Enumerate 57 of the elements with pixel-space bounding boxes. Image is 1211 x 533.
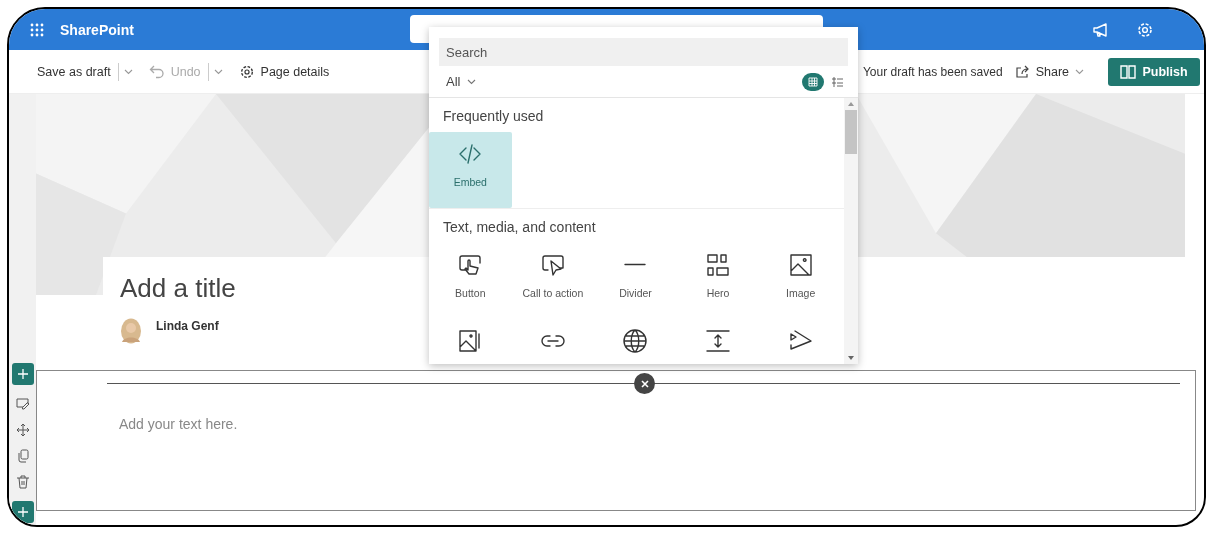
tiles-icon — [706, 253, 731, 277]
share-icon — [1014, 64, 1030, 79]
author-name: Linda Genf — [156, 319, 219, 333]
caret-down-icon[interactable] — [848, 356, 854, 360]
globe-icon — [623, 329, 648, 353]
settings-icon[interactable] — [1136, 20, 1154, 39]
close-icon — [640, 379, 649, 388]
page-details-button[interactable]: Page details — [234, 59, 334, 84]
web-part-tile[interactable]: Call to action — [511, 243, 595, 319]
filter-dropdown[interactable]: All — [446, 72, 477, 91]
scrollbar[interactable] — [844, 98, 858, 364]
web-part-tile[interactable]: Embed — [429, 132, 512, 208]
add-section-button[interactable] — [11, 501, 34, 523]
delete-icon[interactable] — [15, 475, 30, 489]
list-icon — [831, 76, 843, 87]
avatar — [120, 318, 142, 344]
line-icon — [623, 263, 648, 266]
save-as-draft-button[interactable]: Save as draft — [33, 60, 115, 83]
copy-icon[interactable] — [15, 449, 30, 463]
text-field[interactable]: Add your text here. — [119, 416, 238, 432]
web-part-tile[interactable]: Hero — [676, 243, 760, 319]
save-status: Your draft has been saved — [862, 64, 1003, 79]
scrollbar-thumb[interactable] — [845, 110, 857, 154]
grid-view-button[interactable] — [802, 72, 824, 91]
grid-icon — [808, 76, 818, 87]
book-icon — [1120, 64, 1137, 79]
image-icon — [788, 253, 813, 277]
tap-button-icon — [458, 253, 483, 277]
section-heading: Text, media, and content — [443, 219, 596, 235]
share-button[interactable]: Share — [1010, 60, 1073, 83]
title-field[interactable]: Add a title — [120, 273, 236, 304]
close-button[interactable] — [634, 373, 655, 394]
play-icon — [788, 329, 813, 353]
chevron-down-icon[interactable] — [1075, 68, 1084, 75]
plus-icon — [16, 368, 29, 380]
search-field[interactable]: Search — [439, 38, 848, 66]
web-part-tile[interactable]: Divider — [594, 243, 677, 319]
cursor-box-icon — [540, 253, 565, 277]
move-icon[interactable] — [15, 423, 30, 437]
image-stack-icon — [458, 329, 483, 353]
megaphone-icon[interactable] — [1092, 21, 1110, 38]
chevron-down-icon — [467, 78, 477, 85]
undo-icon — [148, 64, 165, 79]
spacer-icon — [706, 329, 731, 353]
plus-icon — [16, 506, 29, 518]
caret-up-icon[interactable] — [848, 102, 854, 106]
app-launcher-icon[interactable] — [30, 22, 44, 37]
app-name[interactable]: SharePoint — [60, 21, 134, 38]
section-heading: Frequently used — [443, 108, 544, 124]
chevron-down-icon[interactable] — [123, 68, 133, 75]
publish-button[interactable]: Publish — [1108, 57, 1200, 86]
chevron-down-icon[interactable] — [213, 68, 223, 75]
settings-icon — [238, 63, 255, 80]
web-part-tile[interactable]: Button — [429, 243, 512, 319]
web-part-tile[interactable]: Image — [759, 243, 842, 319]
code-icon — [458, 142, 483, 166]
edit-icon[interactable] — [15, 397, 30, 411]
